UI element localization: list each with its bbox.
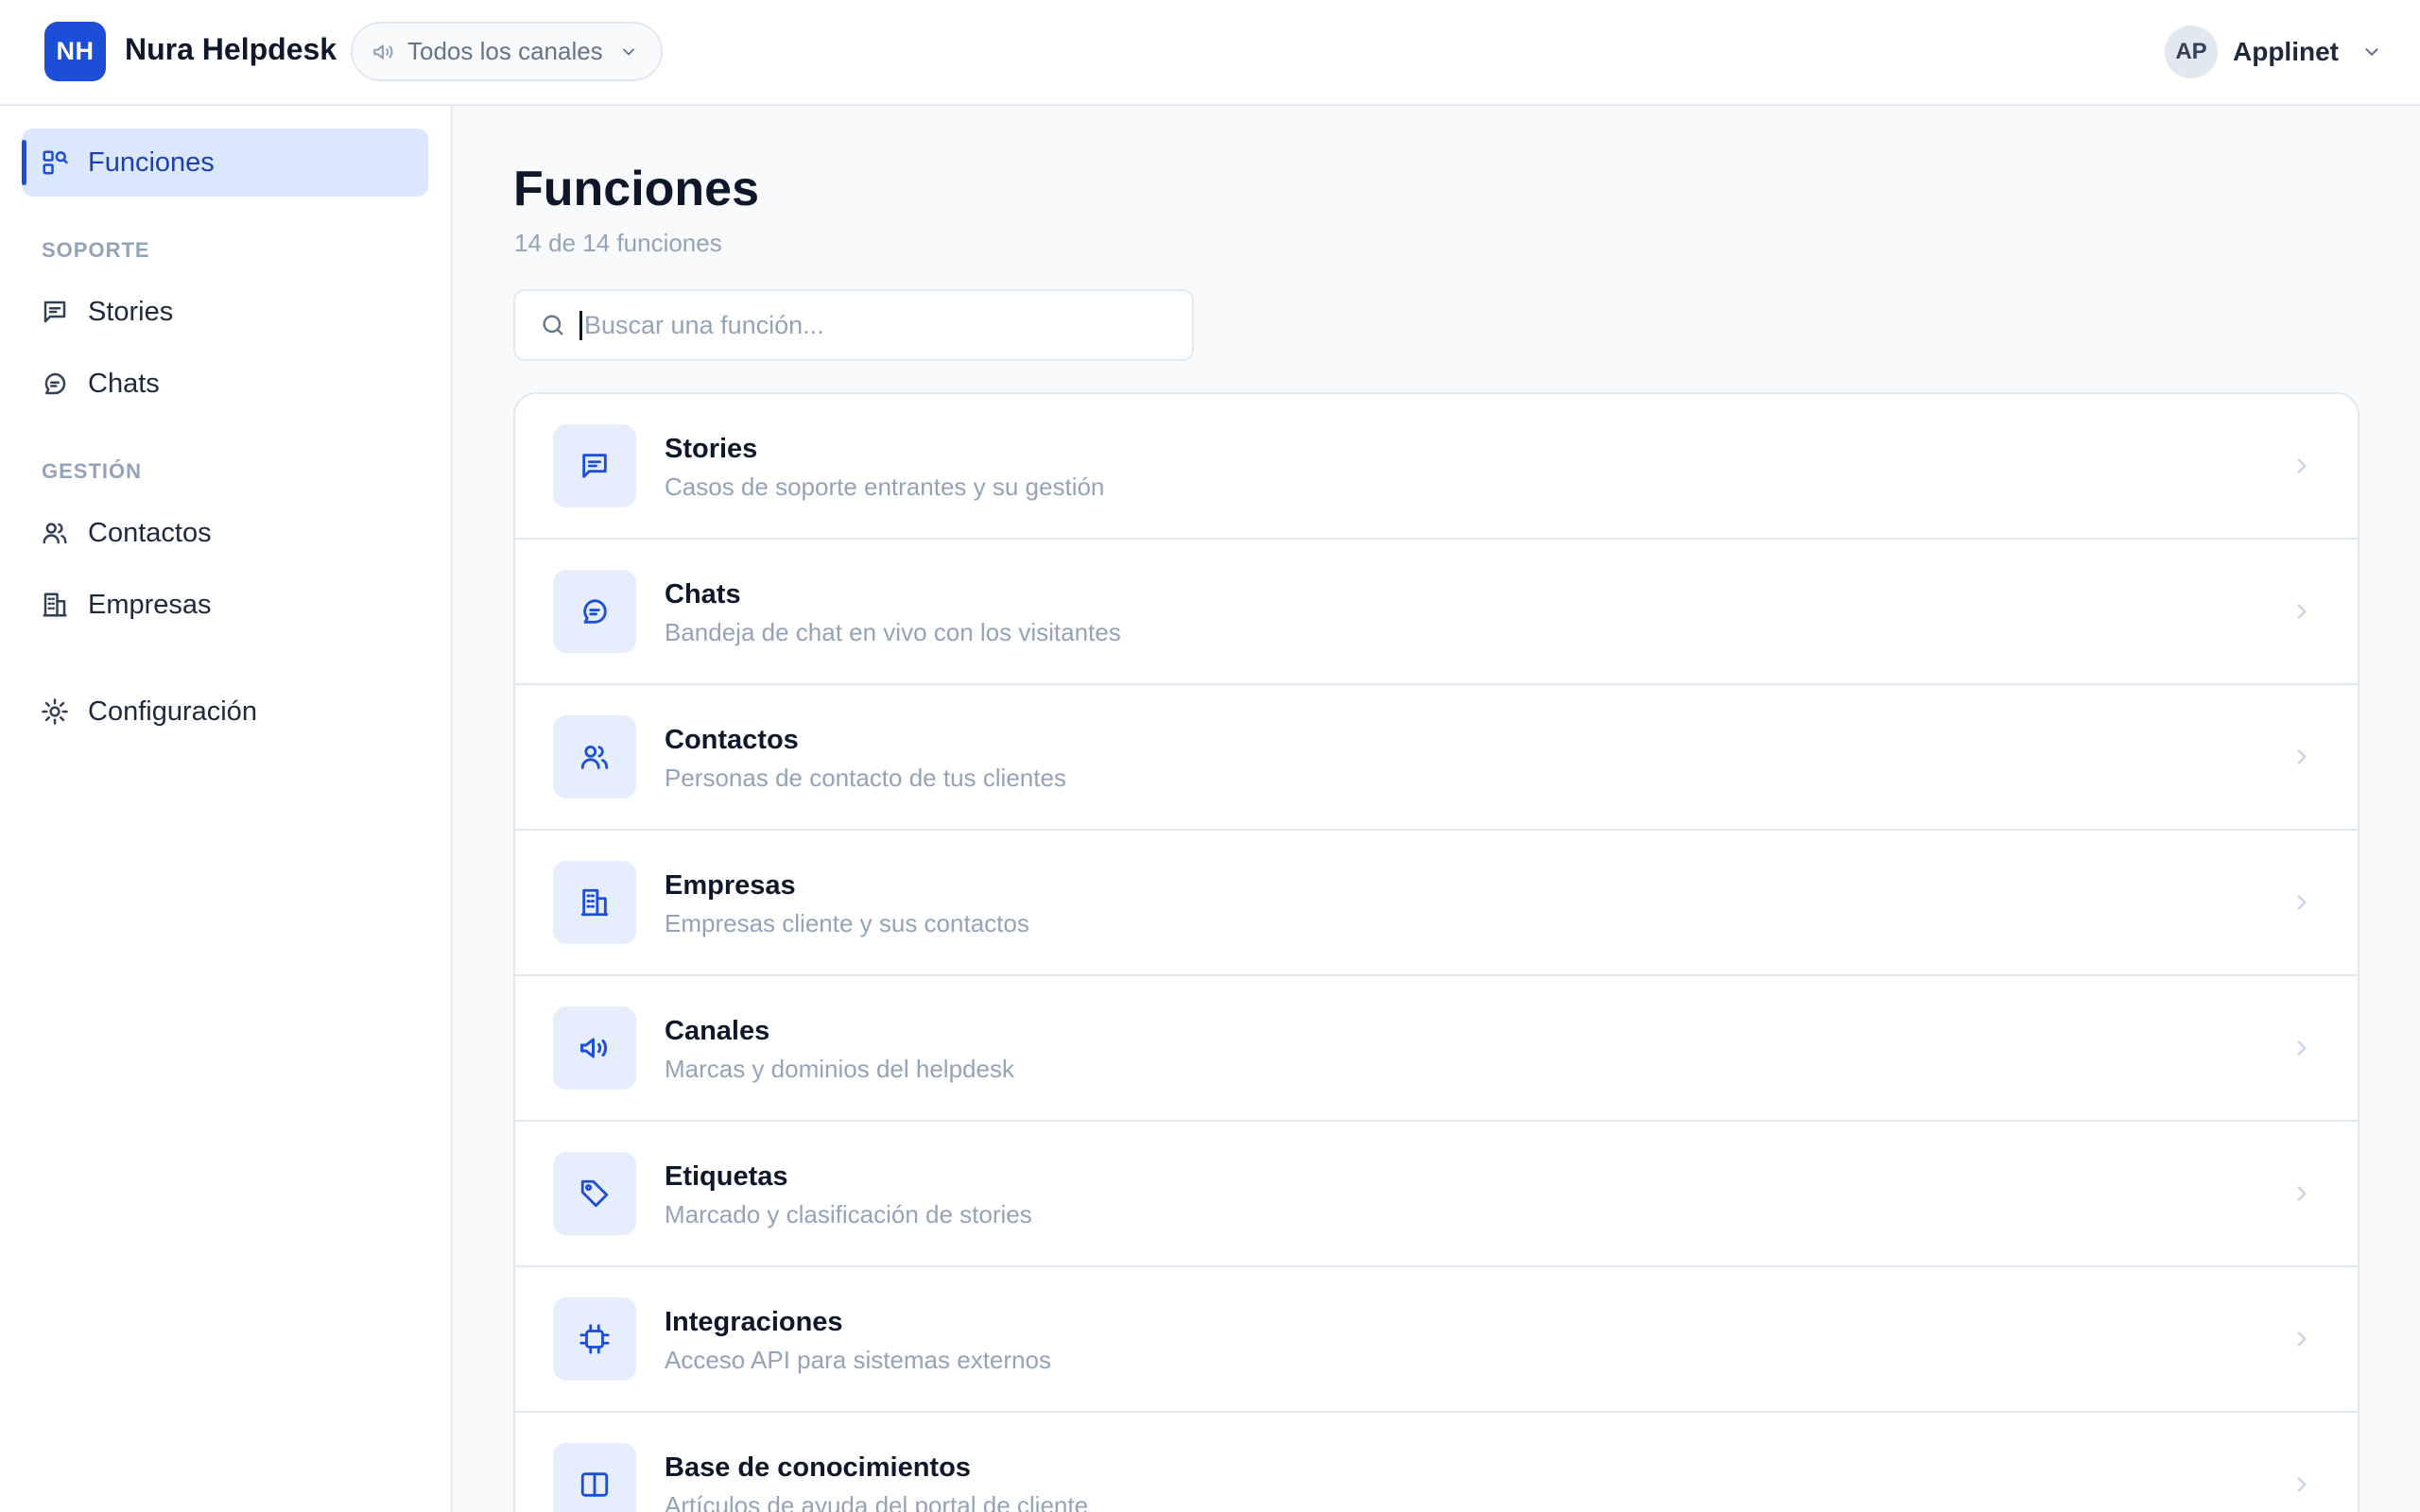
sidebar-item-contactos[interactable]: Contactos xyxy=(22,499,428,567)
feature-row-contactos[interactable]: Contactos Personas de contacto de tus cl… xyxy=(515,685,2358,831)
feature-row-stories[interactable]: Stories Casos de soporte entrantes y su … xyxy=(515,394,2358,540)
chevron-right-icon xyxy=(2290,1179,2314,1208)
sidebar-item-label: Stories xyxy=(88,296,174,327)
search-icon xyxy=(540,312,566,338)
avatar: AP xyxy=(2165,26,2218,78)
sidebar-section-soporte: SOPORTE xyxy=(42,238,150,262)
sidebar-item-funciones[interactable]: Funciones xyxy=(22,129,428,197)
feature-description: Artículos de ayuda del portal de cliente xyxy=(665,1491,1089,1512)
feature-row-base-de-conocimientos[interactable]: Base de conocimientos Artículos de ayuda… xyxy=(515,1413,2358,1512)
feature-title: Canales xyxy=(665,1016,770,1046)
sidebar-item-chats[interactable]: Chats xyxy=(22,350,428,418)
chevron-right-icon xyxy=(2290,743,2314,771)
chevron-right-icon xyxy=(2290,1470,2314,1499)
sidebar-item-stories[interactable]: Stories xyxy=(22,278,428,346)
sidebar-item-label: Funciones xyxy=(88,146,215,178)
page-subtitle: 14 de 14 funciones xyxy=(514,229,722,257)
top-bar: NH Nura Helpdesk Todos los canales AP Ap… xyxy=(0,0,2420,106)
feature-row-canales[interactable]: Canales Marcas y dominios del helpdesk xyxy=(515,976,2358,1122)
chip-icon xyxy=(553,1297,636,1381)
feature-title: Stories xyxy=(665,434,758,464)
book-open-icon xyxy=(553,1443,636,1512)
features-list: Stories Casos de soporte entrantes y su … xyxy=(513,392,2360,1512)
search-box[interactable] xyxy=(513,289,1194,361)
feature-title: Integraciones xyxy=(665,1307,843,1337)
megaphone-icon xyxy=(372,40,396,64)
user-name: Applinet xyxy=(2233,37,2339,66)
building-icon xyxy=(553,861,636,944)
feature-title: Chats xyxy=(665,579,741,610)
app-name: Nura Helpdesk xyxy=(125,32,337,66)
tag-icon xyxy=(553,1152,636,1235)
chevron-right-icon xyxy=(2290,597,2314,626)
functions-icon xyxy=(41,148,69,177)
feature-description: Empresas cliente y sus contactos xyxy=(665,909,1029,937)
feature-title: Base de conocimientos xyxy=(665,1452,971,1483)
building-icon xyxy=(41,591,69,619)
chevron-right-icon xyxy=(2290,452,2314,480)
feature-description: Acceso API para sistemas externos xyxy=(665,1346,1051,1374)
feature-title: Etiquetas xyxy=(665,1161,788,1192)
chevron-right-icon xyxy=(2290,888,2314,917)
app-logo[interactable]: NH xyxy=(44,22,106,81)
chevron-right-icon xyxy=(2290,1325,2314,1353)
feature-title: Empresas xyxy=(665,870,796,901)
feature-row-empresas[interactable]: Empresas Empresas cliente y sus contacto… xyxy=(515,831,2358,976)
search-input[interactable] xyxy=(579,310,1147,340)
feature-row-etiquetas[interactable]: Etiquetas Marcado y clasificación de sto… xyxy=(515,1122,2358,1267)
channel-selector[interactable]: Todos los canales xyxy=(351,22,663,81)
megaphone-icon xyxy=(553,1006,636,1090)
message-square-icon xyxy=(553,424,636,507)
chevron-down-icon xyxy=(2361,42,2382,62)
feature-row-chats[interactable]: Chats Bandeja de chat en vivo con los vi… xyxy=(515,540,2358,685)
sidebar-item-label: Empresas xyxy=(88,589,212,620)
feature-description: Personas de contacto de tus clientes xyxy=(665,764,1066,792)
sidebar-item-empresas[interactable]: Empresas xyxy=(22,571,428,639)
chevron-down-icon xyxy=(619,43,638,61)
feature-title: Contactos xyxy=(665,725,799,755)
feature-description: Marcas y dominios del helpdesk xyxy=(665,1055,1014,1083)
sidebar-item-label: Chats xyxy=(88,368,160,399)
chat-bubble-icon xyxy=(553,570,636,653)
gear-icon xyxy=(41,697,69,726)
users-icon xyxy=(41,519,69,547)
feature-description: Bandeja de chat en vivo con los visitant… xyxy=(665,618,1121,646)
page-title: Funciones xyxy=(513,162,760,216)
sidebar-item-label: Contactos xyxy=(88,517,212,548)
user-menu[interactable]: AP Applinet xyxy=(2165,26,2382,78)
sidebar: Funciones SOPORTE Stories Chats GESTIÓN … xyxy=(0,106,453,1512)
users-icon xyxy=(553,715,636,799)
sidebar-item-configuracion[interactable]: Configuración xyxy=(22,678,428,746)
message-square-icon xyxy=(41,298,69,326)
sidebar-item-label: Configuración xyxy=(88,696,257,727)
chevron-right-icon xyxy=(2290,1034,2314,1062)
chat-bubble-icon xyxy=(41,369,69,398)
feature-description: Marcado y clasificación de stories xyxy=(665,1200,1032,1228)
channel-selector-value: Todos los canales xyxy=(407,37,603,65)
feature-row-integraciones[interactable]: Integraciones Acceso API para sistemas e… xyxy=(515,1267,2358,1413)
sidebar-section-gestion: GESTIÓN xyxy=(42,459,143,483)
feature-description: Casos de soporte entrantes y su gestión xyxy=(665,472,1105,501)
